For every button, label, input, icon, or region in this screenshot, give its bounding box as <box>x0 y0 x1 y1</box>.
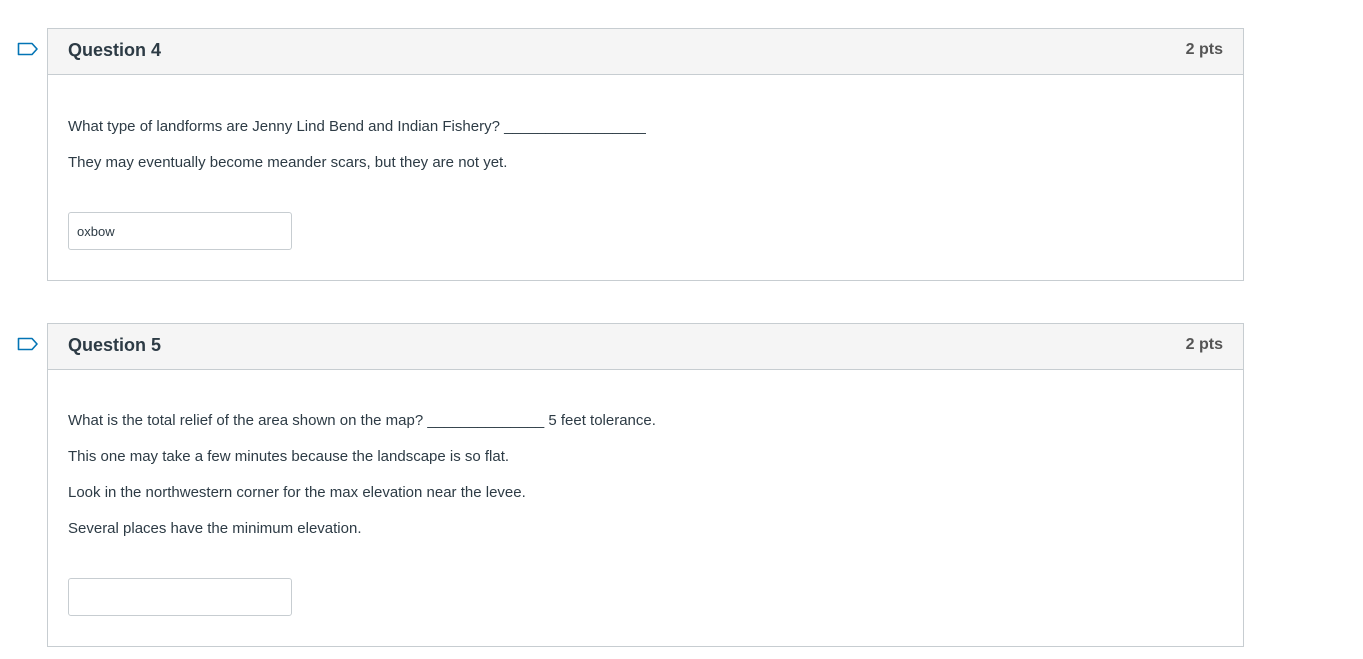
question-5-text-line-1: What is the total relief of the area sho… <box>68 412 656 429</box>
flag-question-5-icon[interactable] <box>17 337 39 351</box>
question-5-answer-input[interactable] <box>68 578 292 616</box>
question-5-card: Question 5 2 pts What is the total relie… <box>47 323 1244 647</box>
question-5-text-line-4: Several places have the minimum elevatio… <box>68 520 362 537</box>
question-5-title: Question 5 <box>68 335 162 355</box>
question-4-text-line-1: What type of landforms are Jenny Lind Be… <box>68 118 646 135</box>
question-4-answer-input[interactable] <box>68 212 292 250</box>
question-4-text-line-2: They may eventually become meander scars… <box>68 154 508 171</box>
question-5-header: Question 5 2 pts <box>48 324 1243 370</box>
question-5-text-line-3: Look in the northwestern corner for the … <box>68 484 526 501</box>
question-4-title: Question 4 <box>68 40 162 60</box>
question-4-card: Question 4 2 pts What type of landforms … <box>47 28 1244 281</box>
question-5-text-line-2: This one may take a few minutes because … <box>68 448 510 465</box>
flag-question-4-icon[interactable] <box>17 42 39 56</box>
question-4-points: 2 pts <box>1185 41 1223 58</box>
question-5-points: 2 pts <box>1185 336 1223 353</box>
question-4-header: Question 4 2 pts <box>48 29 1243 75</box>
